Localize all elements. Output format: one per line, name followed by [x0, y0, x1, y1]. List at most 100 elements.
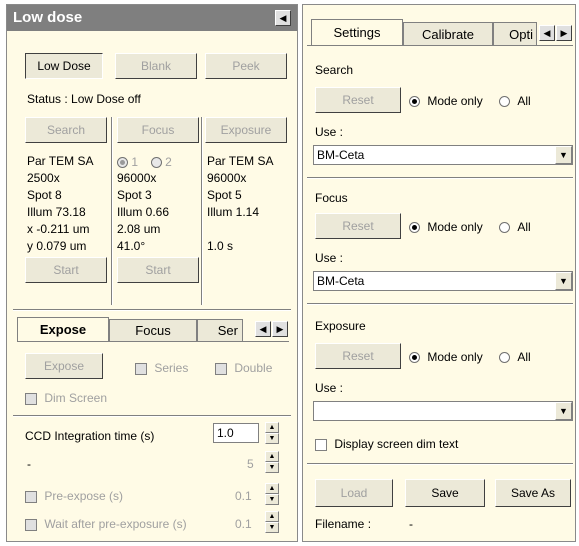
exposure-reset-button[interactable]: Reset [315, 343, 401, 369]
chevron-down-icon[interactable]: ▼ [555, 146, 572, 164]
blank-button[interactable]: Blank [115, 53, 197, 79]
pre-expose-checkbox[interactable] [25, 490, 37, 503]
ccd-integration-input[interactable]: 1.0 [213, 423, 259, 443]
settings-panel: Settings Calibrate Opti ◀ ▶ Search Reset… [302, 4, 576, 542]
dash-label: - [27, 457, 31, 471]
search-use-select[interactable]: BM-Ceta ▼ [313, 145, 573, 165]
expose-button[interactable]: Expose [25, 353, 103, 379]
focus-use-label: Use : [315, 251, 344, 265]
search-start-button[interactable]: Start [25, 257, 107, 283]
focus-angle: 41.0° [117, 239, 146, 253]
save-button[interactable]: Save [405, 479, 485, 507]
focus-all-radio-row[interactable]: All [499, 220, 531, 234]
search-mode-only-radio[interactable] [409, 96, 420, 108]
tab-scroll-left-icon[interactable]: ◀ [255, 321, 271, 337]
double-checkbox-row[interactable]: Double [215, 361, 272, 375]
tab-ser[interactable]: Ser [197, 319, 243, 341]
search-column-info: Par TEM SA 2500x Spot 8 Illum 73.18 x -0… [27, 153, 93, 255]
search-y: y 0.079 um [27, 239, 87, 253]
focus-section-heading: Focus [315, 191, 348, 205]
spin-down-icon[interactable]: ▼ [265, 522, 279, 533]
focus-mode-only-radio-row[interactable]: Mode only [409, 220, 483, 234]
spin-down-icon[interactable]: ▼ [265, 462, 279, 473]
focus-radio-2-label: 2 [165, 155, 172, 169]
save-as-button[interactable]: Save As [495, 479, 571, 507]
ccd-integration-value: 1.0 [217, 426, 234, 440]
exposure-blank-line [207, 221, 273, 238]
low-dose-button[interactable]: Low Dose [25, 53, 103, 79]
exposure-spot: Spot 5 [207, 188, 242, 202]
spin-up-icon[interactable]: ▲ [265, 511, 279, 522]
exposure-time: 1.0 s [207, 239, 234, 253]
column-divider-1 [111, 117, 113, 305]
search-all-radio-row[interactable]: All [499, 94, 531, 108]
settings-tab-body-line [307, 45, 573, 46]
pre-expose-spinner[interactable]: ▲ ▼ [265, 483, 279, 505]
focus-radio-2[interactable] [150, 157, 162, 169]
focus-radio-1[interactable] [117, 157, 128, 169]
tab-scroll-left-icon[interactable]: ◀ [539, 25, 555, 41]
search-mode: Par TEM SA [27, 154, 94, 168]
focus-radio-1-label: 1 [131, 155, 139, 169]
exposure-all-radio-row[interactable]: All [499, 350, 531, 364]
collapse-arrow-icon[interactable]: ◀ [275, 10, 291, 26]
spin-up-icon[interactable]: ▲ [265, 422, 279, 433]
panel-title: Low dose [13, 9, 83, 26]
focus-all-label: All [517, 220, 531, 234]
dim-screen-checkbox[interactable] [25, 392, 37, 405]
spin-up-icon[interactable]: ▲ [265, 451, 279, 462]
chevron-down-icon[interactable]: ▼ [555, 402, 572, 420]
count-spinner[interactable]: ▲ ▼ [265, 451, 279, 473]
search-separator [307, 177, 573, 179]
chevron-down-icon[interactable]: ▼ [555, 272, 572, 290]
focus-reset-button[interactable]: Reset [315, 213, 401, 239]
series-checkbox-row[interactable]: Series [135, 361, 188, 375]
pre-expose-row[interactable]: Pre-expose (s) [25, 489, 123, 503]
wait-after-checkbox[interactable] [25, 518, 37, 531]
dim-screen-label: Dim Screen [44, 391, 108, 405]
tab-expose[interactable]: Expose [17, 317, 109, 341]
search-button[interactable]: Search [25, 117, 107, 143]
spin-down-icon[interactable]: ▼ [265, 494, 279, 505]
pre-expose-value: 0.1 [235, 489, 252, 503]
tab-focus[interactable]: Focus [109, 319, 197, 341]
exposure-button[interactable]: Exposure [205, 117, 287, 143]
filename-value: - [409, 517, 413, 531]
tab-settings[interactable]: Settings [311, 19, 403, 45]
search-reset-button[interactable]: Reset [315, 87, 401, 113]
status-text: Status : Low Dose off [27, 92, 141, 106]
load-button[interactable]: Load [315, 479, 393, 507]
display-dim-checkbox[interactable] [315, 438, 327, 451]
ccd-integration-spinner[interactable]: ▲ ▼ [265, 422, 279, 444]
search-mag: 2500x [27, 171, 60, 185]
focus-mode-only-radio[interactable] [409, 222, 420, 234]
tab-scroll-right-icon[interactable]: ▶ [556, 25, 572, 41]
focus-radios: 1 2 [117, 155, 172, 169]
exposure-use-select[interactable]: ▼ [313, 401, 573, 421]
spin-up-icon[interactable]: ▲ [265, 483, 279, 494]
double-checkbox[interactable] [215, 362, 227, 375]
dim-screen-row[interactable]: Dim Screen [25, 391, 107, 405]
search-mode-only-radio-row[interactable]: Mode only [409, 94, 483, 108]
wait-after-row[interactable]: Wait after pre-exposure (s) [25, 517, 187, 531]
exposure-all-radio[interactable] [499, 352, 510, 364]
focus-all-radio[interactable] [499, 222, 510, 234]
display-dim-row[interactable]: Display screen dim text [315, 437, 458, 451]
tab-opti[interactable]: Opti [493, 22, 537, 45]
exposure-mode-only-radio-row[interactable]: Mode only [409, 350, 483, 364]
focus-button[interactable]: Focus [117, 117, 199, 143]
tab-scroll-right-icon[interactable]: ▶ [272, 321, 288, 337]
pre-expose-label: Pre-expose (s) [44, 489, 124, 503]
focus-use-select[interactable]: BM-Ceta ▼ [313, 271, 573, 291]
wait-after-label: Wait after pre-exposure (s) [44, 517, 187, 531]
search-all-radio[interactable] [499, 96, 510, 108]
exposure-all-label: All [517, 350, 531, 364]
spin-down-icon[interactable]: ▼ [265, 433, 279, 444]
peek-button[interactable]: Peek [205, 53, 287, 79]
search-use-value: BM-Ceta [317, 148, 365, 162]
series-checkbox[interactable] [135, 362, 147, 375]
tab-calibrate[interactable]: Calibrate [403, 22, 493, 45]
exposure-mode-only-radio[interactable] [409, 352, 420, 364]
focus-start-button[interactable]: Start [117, 257, 199, 283]
wait-after-spinner[interactable]: ▲ ▼ [265, 511, 279, 533]
